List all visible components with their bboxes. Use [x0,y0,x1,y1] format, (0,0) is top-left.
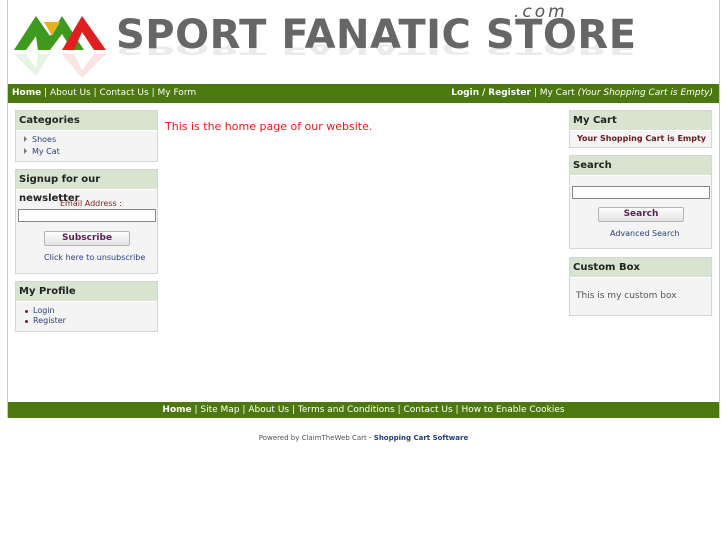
categories-title: Categories [16,111,157,131]
footer-sitemap-link[interactable]: Site Map [200,405,239,415]
logo-reflection: SPORT FANATIC STORE [116,37,637,58]
unsubscribe-link[interactable]: Click here to unsubscribe [44,253,145,262]
advanced-search-link[interactable]: Advanced Search [610,229,680,238]
footer-cookies-link[interactable]: How to Enable Cookies [461,405,564,415]
home-intro-text: This is the home page of our website. [165,120,373,133]
search-box: Search Search Advanced Search [569,155,712,249]
nav-form-link[interactable]: My Form [158,88,197,98]
categories-box: Categories Shoes My Cat [15,110,158,162]
powered-by: Powered by ClaimTheWeb Cart - Shopping C… [0,434,727,442]
email-label: Email Address : [60,199,122,208]
profile-login-link[interactable]: Login [33,306,55,315]
arrow-right-icon [24,136,27,142]
logo-domain: .com [514,2,568,22]
nav-home-link[interactable]: Home [12,88,41,98]
nav-cart-status: (Your Shopping Cart is Empty) [577,88,713,98]
footer-nav-bar: Home | Site Map | About Us | Terms and C… [8,402,719,418]
nav-separator: | [44,88,48,98]
bullet-icon [25,310,28,313]
cart-box: My Cart Your Shopping Cart is Empty [569,110,712,148]
category-shoes-link[interactable]: Shoes [32,135,56,144]
footer-separator: | [194,405,198,415]
newsletter-title: Signup for our newsletter [16,170,157,204]
footer-separator: | [455,405,459,415]
nav-about-link[interactable]: About Us [50,88,91,98]
search-input[interactable] [572,186,710,199]
nav-cart-link[interactable]: My Cart [540,88,575,98]
newsletter-email-input[interactable] [18,209,156,222]
footer-contact-link[interactable]: Contact Us [403,405,452,415]
nav-register-link[interactable]: Register [488,88,531,98]
nav-login-link[interactable]: Login [451,88,479,98]
store-logo[interactable]: SPORT FANATIC STORE SPORT FANATIC STORE … [14,2,637,82]
powered-by-text: Powered by ClaimTheWeb Cart - [258,434,372,442]
profile-box: My Profile Login Register [15,281,158,332]
search-title: Search [570,156,711,176]
footer-separator: | [242,405,246,415]
footer-home-link[interactable]: Home [162,405,191,415]
custom-box-title: Custom Box [570,258,711,278]
subscribe-button[interactable]: Subscribe [44,231,130,246]
top-nav-bar: Home | About Us | Contact Us | My Form L… [8,84,719,103]
footer-separator: | [397,405,401,415]
search-button[interactable]: Search [598,207,684,222]
custom-box-text: This is my custom box [576,291,677,301]
cart-status-text: Your Shopping Cart is Empty [577,134,707,143]
nav-contact-link[interactable]: Contact Us [100,88,149,98]
cart-title: My Cart [570,111,711,131]
category-mycat-link[interactable]: My Cat [32,147,60,156]
nav-slash: / [482,88,486,98]
nav-separator: | [151,88,155,98]
logo-mark-icon [14,16,106,78]
nav-separator: | [533,88,537,98]
bullet-icon [25,320,28,323]
footer-separator: | [291,405,296,415]
footer-about-link[interactable]: About Us [248,405,289,415]
arrow-right-icon [24,148,27,154]
nav-separator: | [93,88,97,98]
footer-terms-link[interactable]: Terms and Conditions [298,405,395,415]
custom-box: Custom Box This is my custom box [569,257,712,316]
profile-title: My Profile [16,282,157,302]
shopping-cart-software-link[interactable]: Shopping Cart Software [374,434,468,442]
newsletter-box: Signup for our newsletter Email Address … [15,169,158,274]
profile-register-link[interactable]: Register [33,316,66,325]
